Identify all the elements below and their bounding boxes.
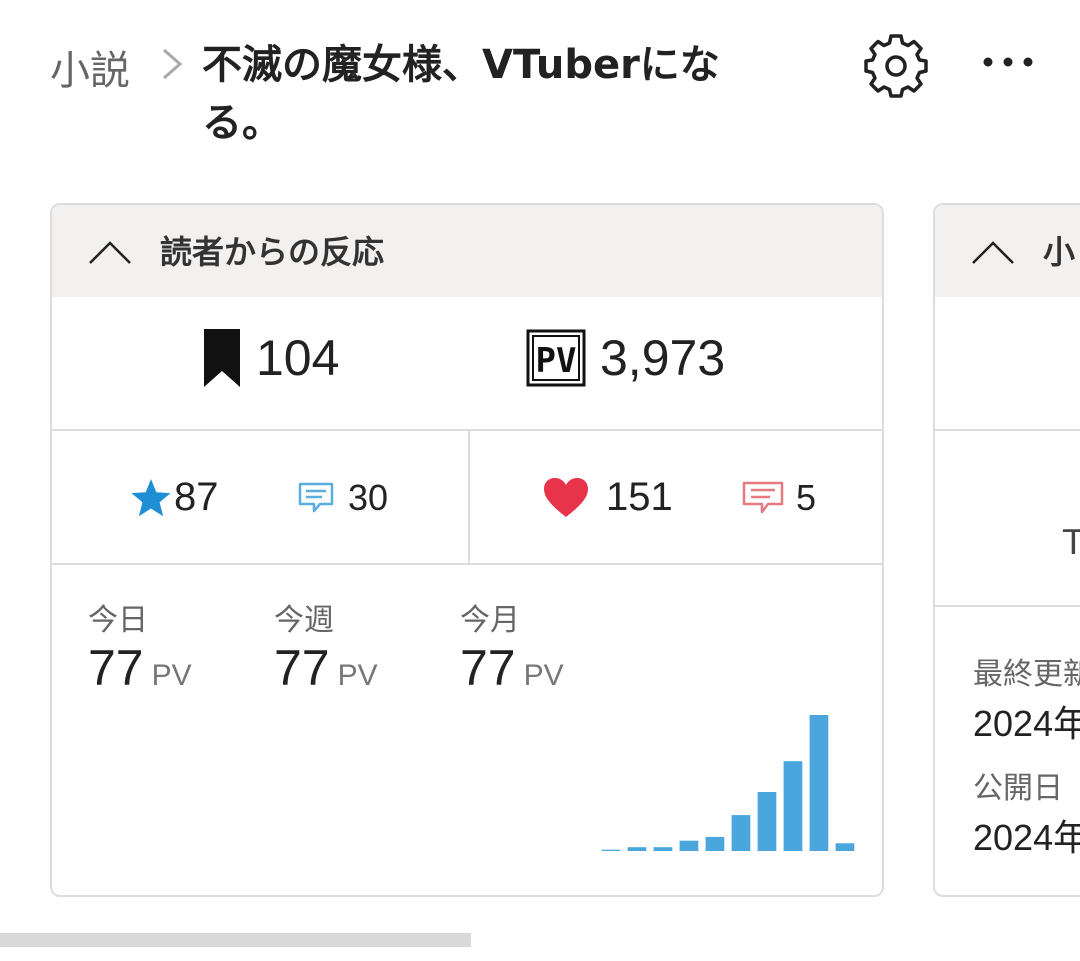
pv-icon: PV bbox=[526, 329, 586, 387]
reactions-card-title: 読者からの反応 bbox=[160, 233, 385, 271]
star-icon bbox=[131, 478, 171, 516]
pv-month-label: 今月 bbox=[460, 603, 520, 638]
bookmark-icon bbox=[204, 329, 240, 387]
heart-count: 151 bbox=[606, 475, 673, 519]
pv-bar bbox=[835, 843, 855, 851]
review-stat[interactable]: 30 bbox=[298, 477, 388, 519]
last-updated-value: 2024年 bbox=[973, 703, 1080, 744]
comment-count: 5 bbox=[796, 477, 817, 518]
pv-bar bbox=[653, 847, 673, 851]
info-fragment-text: T bbox=[1063, 523, 1080, 563]
pv-today-value: 77 bbox=[88, 640, 144, 696]
pv-bar bbox=[731, 815, 751, 851]
pv-week-unit: PV bbox=[337, 659, 378, 692]
pv-stats-section: 今日 77 PV 今週 77 PV 今月 77 PV bbox=[52, 565, 882, 895]
pv-total-count: 3,973 bbox=[600, 330, 726, 386]
gear-icon[interactable] bbox=[862, 34, 930, 98]
pv-bar bbox=[679, 840, 699, 851]
pv-bar bbox=[601, 849, 621, 851]
star-count: 87 bbox=[174, 475, 219, 519]
pv-today-unit: PV bbox=[151, 659, 192, 692]
pv-bar bbox=[809, 715, 829, 851]
more-horizontal-icon[interactable] bbox=[978, 40, 1038, 84]
chevron-up-icon[interactable] bbox=[971, 231, 1015, 271]
heart-stat[interactable]: 151 bbox=[542, 475, 673, 520]
info-card-title: 小 bbox=[1043, 233, 1076, 271]
bookmark-stat[interactable]: 104 bbox=[202, 327, 339, 389]
pv-bar-chart bbox=[601, 715, 855, 851]
heart-icon bbox=[544, 477, 588, 517]
info-card-header[interactable]: 小 bbox=[935, 205, 1080, 297]
reactions-card: 読者からの反応 104 PV 3,973 87 30 151 5 今日 77 P… bbox=[50, 203, 884, 897]
last-updated-label: 最終更新 bbox=[973, 657, 1080, 692]
comment-stat[interactable]: 5 bbox=[742, 477, 816, 519]
breadcrumb-root[interactable]: 小説 bbox=[50, 38, 130, 96]
page-header: 小説 不滅の魔女様、VTuberになる。 bbox=[0, 0, 1080, 170]
horizontal-scrollbar[interactable] bbox=[0, 933, 471, 947]
reactions-card-header[interactable]: 読者からの反応 bbox=[52, 205, 882, 297]
info-card: 小 T 最終更新 2024年 公開日 2024年 bbox=[933, 203, 1080, 897]
info-row-2 bbox=[935, 431, 1080, 607]
chevron-right-icon bbox=[163, 48, 183, 80]
pv-week-value: 77 bbox=[274, 640, 330, 696]
pv-week-label: 今週 bbox=[274, 603, 334, 638]
pv-week: 今週 77 PV bbox=[274, 595, 378, 697]
pv-bar bbox=[705, 836, 725, 851]
review-count: 30 bbox=[348, 477, 389, 518]
totals-row: 104 PV 3,973 bbox=[52, 297, 882, 431]
bookmark-count: 104 bbox=[256, 330, 340, 386]
reactions-row: 87 30 151 5 bbox=[52, 431, 882, 565]
pv-today-label: 今日 bbox=[88, 603, 148, 638]
comment-icon bbox=[742, 481, 784, 514]
star-stat[interactable]: 87 bbox=[130, 475, 219, 520]
pv-icon-text: PV bbox=[536, 341, 577, 381]
pv-today: 今日 77 PV bbox=[88, 595, 192, 697]
pv-month-unit: PV bbox=[523, 659, 564, 692]
pv-month-value: 77 bbox=[460, 640, 516, 696]
published-value: 2024年 bbox=[973, 817, 1080, 858]
published-label: 公開日 bbox=[973, 771, 1063, 806]
pv-total-stat[interactable]: PV 3,973 bbox=[526, 327, 725, 389]
pv-bar bbox=[627, 847, 647, 851]
pv-month: 今月 77 PV bbox=[460, 595, 564, 697]
pv-bar bbox=[783, 761, 803, 851]
pv-bar bbox=[757, 792, 777, 851]
chevron-up-icon[interactable] bbox=[88, 231, 132, 271]
row-divider bbox=[468, 431, 470, 565]
page-title: 不滅の魔女様、VTuberになる。 bbox=[202, 42, 720, 146]
comment-icon bbox=[298, 482, 334, 513]
info-row-1 bbox=[935, 297, 1080, 431]
